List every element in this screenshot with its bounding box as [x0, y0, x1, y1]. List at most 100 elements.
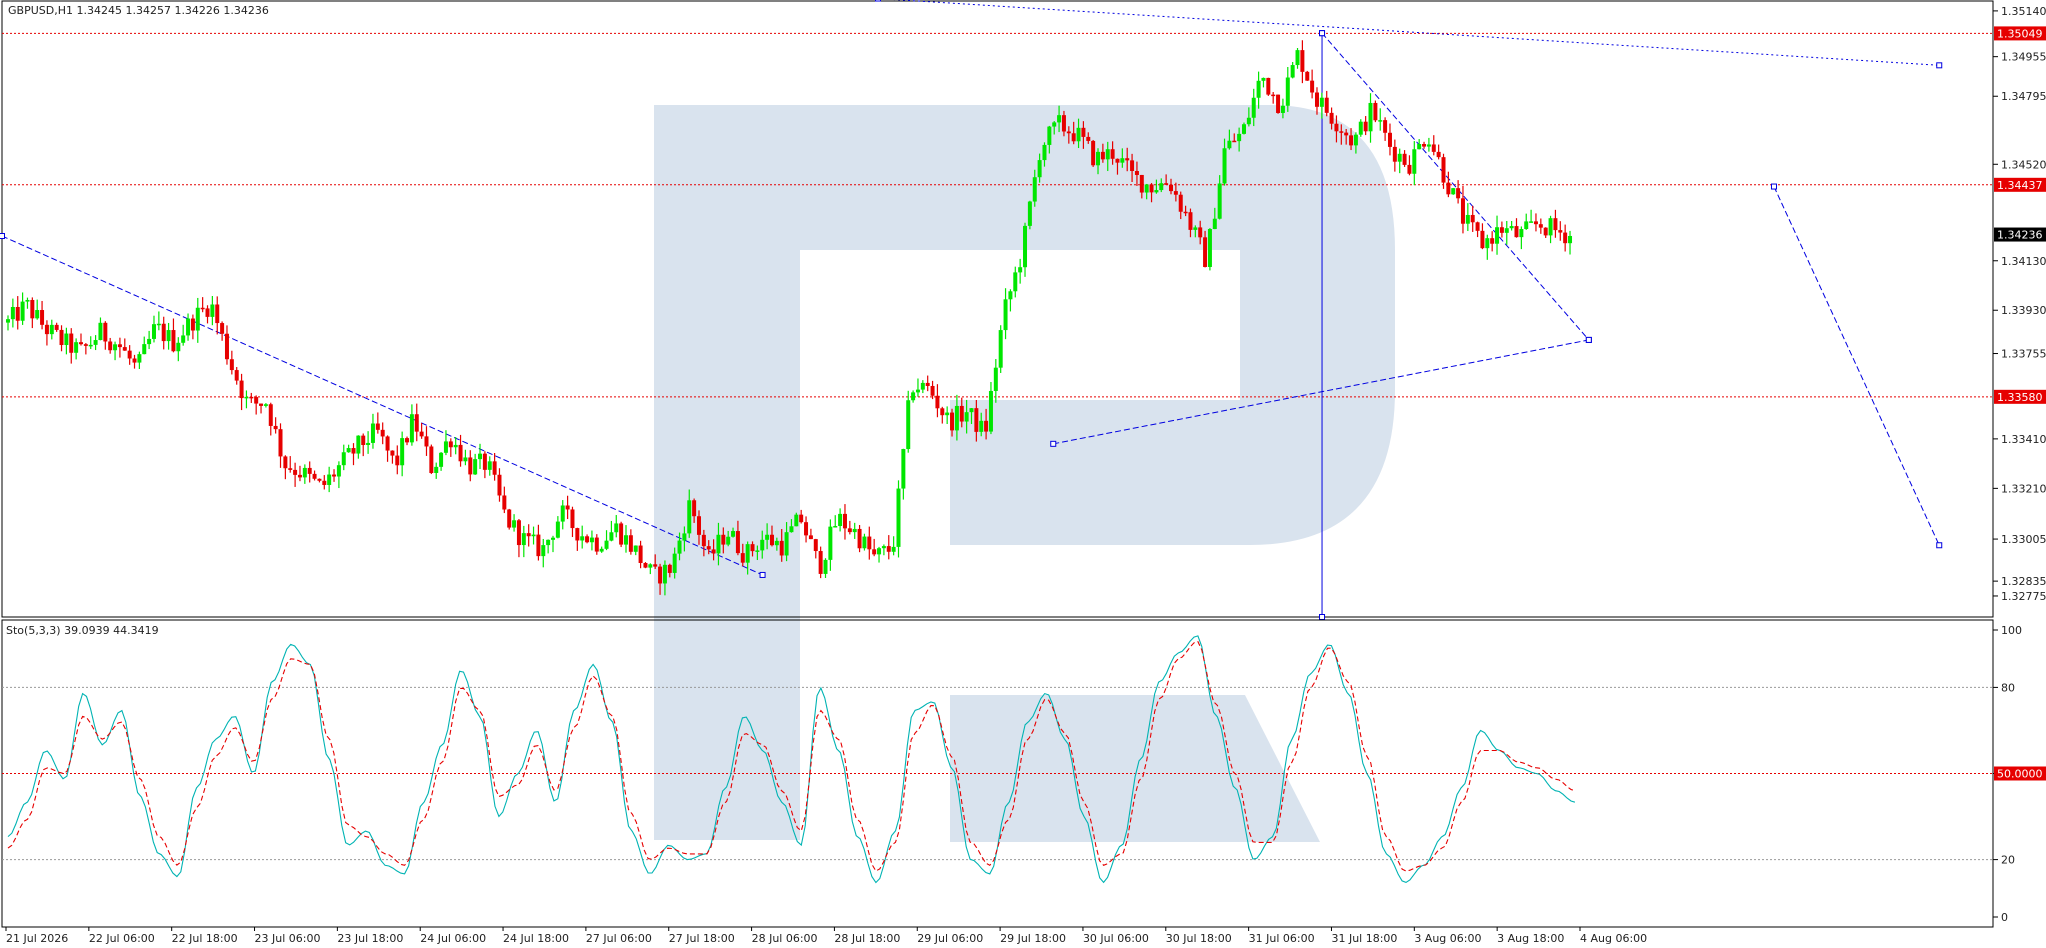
candle-body: [361, 435, 366, 446]
candle-body: [711, 549, 716, 554]
candle-body: [1431, 144, 1436, 152]
candle-body: [1110, 149, 1115, 159]
current-price-label: 1.34236: [1997, 229, 2043, 242]
candle-body: [560, 505, 565, 522]
candle-body: [516, 520, 521, 546]
candle-body: [395, 455, 400, 466]
candle-body: [1212, 218, 1217, 230]
candle-body: [667, 564, 672, 573]
candle-body: [1251, 97, 1256, 118]
candle-body: [531, 534, 536, 537]
candle-body: [156, 323, 161, 326]
candle-body: [283, 456, 288, 469]
candle-body: [891, 546, 896, 552]
candle-body: [1154, 190, 1159, 193]
candle-body: [609, 532, 614, 541]
time-tick-label: 24 Jul 18:00: [503, 932, 569, 945]
candle-body: [1032, 177, 1037, 202]
candle-body: [760, 539, 765, 551]
candle-body: [833, 526, 838, 528]
candle-body: [273, 425, 278, 430]
candle-body: [901, 449, 906, 489]
candle-body: [317, 478, 322, 481]
candle-body: [940, 408, 945, 416]
candle-body: [1417, 143, 1422, 150]
candle-body: [1436, 151, 1441, 158]
candle-body: [1470, 214, 1475, 223]
candle-body: [1300, 50, 1305, 72]
candle-body: [1076, 127, 1081, 142]
candle-body: [935, 395, 940, 409]
candle-body: [784, 532, 789, 556]
candle-body: [151, 324, 156, 339]
trendline-handle: [1770, 183, 1777, 190]
candle-body: [239, 380, 244, 399]
candle-body: [336, 465, 341, 477]
trendline-handle: [1936, 542, 1943, 549]
candle-body: [1548, 218, 1553, 236]
candle-body: [1246, 117, 1251, 125]
candle-body: [390, 450, 395, 456]
candle-body: [1519, 229, 1524, 238]
candle-body: [628, 535, 633, 552]
time-tick-label: 3 Aug 06:00: [1414, 932, 1481, 945]
candle-body: [818, 551, 823, 574]
candle-body: [20, 301, 25, 321]
candle-body: [701, 534, 706, 547]
candle-body: [293, 469, 298, 475]
candle-body: [1568, 235, 1573, 244]
candle-body: [288, 468, 293, 470]
candle-body: [755, 550, 760, 552]
candle-body: [906, 400, 911, 450]
candle-body: [487, 461, 492, 470]
candle-body: [1485, 238, 1490, 249]
time-tick-label: 30 Jul 06:00: [1083, 932, 1149, 945]
candle-body: [1353, 134, 1358, 146]
price-tick-label: 1.34520: [2001, 158, 2046, 171]
candle-body: [1023, 225, 1028, 268]
time-tick-label: 28 Jul 06:00: [752, 932, 818, 945]
candle-body: [745, 544, 750, 563]
candle-body: [599, 548, 604, 552]
candle-body: [1422, 143, 1427, 147]
candle-body: [672, 553, 677, 573]
candle-body: [1169, 184, 1174, 192]
candle-body: [103, 322, 108, 342]
candle-body: [541, 545, 546, 557]
candle-body: [220, 323, 225, 334]
candle-body: [1295, 50, 1300, 66]
candle-body: [297, 474, 302, 478]
candle-body: [804, 522, 809, 536]
time-tick-label: 27 Jul 18:00: [669, 932, 735, 945]
candle-body: [536, 534, 541, 557]
candle-body: [998, 330, 1003, 368]
time-tick-label: 4 Aug 06:00: [1580, 932, 1647, 945]
candle-body: [589, 537, 594, 543]
candle-body: [735, 531, 740, 554]
candle-body: [769, 534, 774, 546]
candle-body: [594, 537, 599, 552]
candle-body: [546, 539, 551, 546]
candle-body: [161, 323, 166, 342]
candle-body: [137, 354, 142, 363]
candle-body: [633, 545, 638, 552]
candle-body: [604, 540, 609, 549]
candle-body: [1047, 126, 1052, 145]
candle-body: [1096, 151, 1101, 166]
candle-body: [1378, 120, 1383, 122]
candle-body: [614, 523, 619, 533]
candle-body: [555, 521, 560, 538]
candle-body: [142, 344, 147, 355]
candle-body: [249, 396, 254, 399]
candle-body: [64, 333, 69, 346]
candle-body: [1543, 227, 1548, 236]
candle-body: [1314, 92, 1319, 107]
candle-body: [1091, 140, 1096, 166]
candle-body: [1266, 77, 1271, 95]
candle-body: [1451, 188, 1456, 195]
candle-body: [1509, 226, 1514, 229]
candle-body: [1490, 238, 1495, 244]
price-level-label: 1.34437: [1997, 179, 2043, 192]
candle-body: [706, 546, 711, 550]
candle-body: [1100, 151, 1105, 160]
